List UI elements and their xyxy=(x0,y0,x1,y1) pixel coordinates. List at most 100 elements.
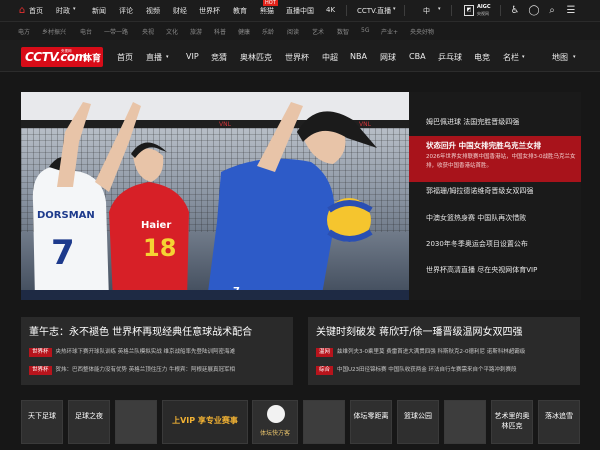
program-tile[interactable]: 体坛零距离 xyxy=(350,400,392,444)
subnav-item[interactable]: 电方 xyxy=(18,27,30,36)
topnav-item-news[interactable]: 新闻 xyxy=(92,6,106,16)
subnav-item[interactable]: 数智 xyxy=(337,27,349,36)
aigc-label[interactable]: AIGC xyxy=(477,4,491,10)
topnav-item-video[interactable]: 视频 xyxy=(146,6,160,16)
nav-item-vip[interactable]: VIP xyxy=(186,52,199,61)
category-tag: 世界杯 xyxy=(29,366,52,375)
headline-item[interactable]: 中澳女篮热身赛 中国队再次惜败 xyxy=(426,213,526,223)
nav-item-olympics[interactable]: 奥林匹克 xyxy=(240,52,272,63)
news-row[interactable]: 温网 兹维列夫3-0乘里莫 费雷首进大满贯四强 科斯秋克2-0德利尼 诺斯科林超霸… xyxy=(316,347,525,357)
nav-item-map[interactable]: 地图 xyxy=(552,52,568,63)
subnav-item[interactable]: 一带一路 xyxy=(104,27,128,36)
subnav-item[interactable]: 乡村振兴 xyxy=(42,27,66,36)
subnav-item[interactable]: 央央好物 xyxy=(410,27,434,36)
menu-icon[interactable]: ☰ xyxy=(564,4,578,18)
mascot-tile[interactable]: 体坛快方客 xyxy=(252,400,298,444)
headline-item-active[interactable]: 状态回升 中国女排完胜乌克兰女排 2026年世界女排联赛中国香港站，中国女排3-… xyxy=(409,136,581,182)
news-card-title[interactable]: 董午志：永不褪色 世界杯再现经典任意球战术配合 xyxy=(29,323,252,338)
headline-item[interactable]: 世界杯高清直播 尽在央视网体育VIP xyxy=(426,265,537,275)
home-icon[interactable]: ⌂ xyxy=(15,4,29,18)
chevron-down-icon[interactable]: ▾ xyxy=(73,6,76,12)
nav-item-guess[interactable]: 竞猜 xyxy=(211,52,227,63)
program-tile-image[interactable] xyxy=(444,400,486,444)
logo-small-text: 央视网 xyxy=(61,49,72,53)
nav-item-cba[interactable]: CBA xyxy=(409,52,426,61)
topnav-item-education[interactable]: 教育 xyxy=(233,6,247,16)
cctv-sports-logo[interactable]: CCTV.com 央视网 体育 xyxy=(21,47,103,67)
subnav-item[interactable]: 科普 xyxy=(214,27,226,36)
headline-item[interactable]: 2030年冬季奥运会项目设置公布 xyxy=(426,239,528,249)
topnav-item-cctv-live[interactable]: CCTV.直播 xyxy=(357,6,391,16)
topnav-item-panda[interactable]: 熊猫 xyxy=(260,6,274,16)
program-tile[interactable]: 落冰追雪 xyxy=(538,400,580,444)
subnav-item[interactable]: 产业+ xyxy=(381,27,398,36)
nav-item-live[interactable]: 直播 xyxy=(146,52,162,63)
topnav-item-home[interactable]: 首页 xyxy=(29,6,43,16)
user-icon[interactable]: ◯ xyxy=(527,4,541,18)
subnav-item[interactable]: 阅读 xyxy=(287,27,299,36)
news-row-text[interactable]: 央热环球下赛开球队训练 英格兰队模拟实战 维京战船率先登陆训阿密海滩 xyxy=(56,349,236,355)
subnav-item[interactable]: 电台 xyxy=(80,27,92,36)
news-row-text[interactable]: 兹维列夫3-0乘里莫 费雷首进大满贯四强 科斯秋克2-0德利尼 诺斯科林超霸级 xyxy=(337,349,525,355)
topnav-item-live-china[interactable]: 直播中国 xyxy=(286,6,314,16)
subnav-item[interactable]: 艺术 xyxy=(312,27,324,36)
vip-promo-label: 上VIP 享专业赛事 xyxy=(172,416,238,425)
news-row[interactable]: 世界杯 贺炜：巴西整体能力没有优势 英格兰顶住压力 牛根宾：阿根廷展真冠军相 xyxy=(29,365,235,375)
subnav-item[interactable]: 5G xyxy=(361,27,369,34)
program-tile[interactable]: 篮球公园 xyxy=(397,400,439,444)
topnav-item-4k[interactable]: 4K xyxy=(326,6,335,14)
nav-item-nba[interactable]: NBA xyxy=(350,52,367,61)
hero-illustration: VNL VNL DORSMAN 7 Haier 18 7 xyxy=(21,92,409,300)
news-row-text[interactable]: 中国U23田径锦标赛 中国队收获两金 环法自行车赛需来自个平路冲刺赛段 xyxy=(337,367,517,373)
news-row[interactable]: 世界杯 央热环球下赛开球队训练 英格兰队模拟实战 维京战船率先登陆训阿密海滩 xyxy=(29,347,235,357)
topnav-item-worldcup[interactable]: 世界杯 xyxy=(199,6,220,16)
language-selector[interactable]: 中 xyxy=(423,6,430,16)
chevron-down-icon[interactable]: ▾ xyxy=(522,54,525,60)
program-tile-label: 落冰追雪 xyxy=(545,412,573,420)
topnav-item-finance[interactable]: 财经 xyxy=(173,6,187,16)
nav-item-csl[interactable]: 中超 xyxy=(322,52,338,63)
nav-item-home[interactable]: 首页 xyxy=(117,52,133,63)
net-brand: VNL xyxy=(359,121,372,128)
headline-item[interactable]: 郭福珊/姆拉德诺维奇晋级女双四强 xyxy=(426,186,533,196)
program-tile-label: 天下足球 xyxy=(28,412,56,420)
news-card[interactable]: 董午志：永不褪色 世界杯再现经典任意球战术配合 世界杯 央热环球下赛开球队训练 英… xyxy=(21,317,293,385)
program-tile[interactable]: 艺术里的奥林匹克 xyxy=(491,400,533,444)
subnav-item[interactable]: 文化 xyxy=(166,27,178,36)
subnav-item[interactable]: 乐龄 xyxy=(262,27,274,36)
category-tag: 世界杯 xyxy=(29,348,52,357)
chevron-down-icon[interactable]: ▾ xyxy=(438,6,441,12)
program-tile[interactable]: 足球之夜 xyxy=(68,400,110,444)
nav-item-tennis[interactable]: 网球 xyxy=(380,52,396,63)
search-icon[interactable]: ⌕ xyxy=(545,4,559,18)
category-tag: 温网 xyxy=(316,348,334,357)
chevron-down-icon[interactable]: ▾ xyxy=(393,6,396,12)
vip-promo-tile[interactable]: 上VIP 享专业赛事 xyxy=(162,400,248,444)
nav-item-worldcup[interactable]: 世界杯 xyxy=(285,52,309,63)
headline-active-title: 状态回升 中国女排完胜乌克兰女排 xyxy=(426,141,542,150)
news-card-title[interactable]: 关键时刻破发 蒋欣玗/徐一璠晋级温网女双四强 xyxy=(316,323,523,338)
mascot-label: 体坛快方客 xyxy=(259,430,290,437)
hero-image[interactable]: VNL VNL DORSMAN 7 Haier 18 7 xyxy=(21,92,409,300)
headline-item[interactable]: 姆巴佩进球 法国完胜晋级四强 xyxy=(426,117,519,127)
subnav-item[interactable]: 旅游 xyxy=(190,27,202,36)
topnav-item-comment[interactable]: 评论 xyxy=(119,6,133,16)
nav-item-famous[interactable]: 名栏 xyxy=(503,52,519,63)
nav-item-pingpong[interactable]: 乒乓球 xyxy=(438,52,462,63)
nav-item-esports[interactable]: 电竞 xyxy=(474,52,490,63)
news-row[interactable]: 综合 中国U23田径锦标赛 中国队收获两金 环法自行车赛需来自个平路冲刺赛段 xyxy=(316,365,517,375)
chevron-down-icon[interactable]: ▾ xyxy=(166,54,169,60)
aigc-logo-icon: ◩ xyxy=(464,5,474,16)
news-row-text[interactable]: 贺炜：巴西整体能力没有优势 英格兰顶住压力 牛根宾：阿根廷展真冠军相 xyxy=(56,367,236,373)
subnav-item[interactable]: 健康 xyxy=(238,27,250,36)
accessibility-icon[interactable]: ♿ xyxy=(508,4,522,18)
logo-suffix: 体育 xyxy=(83,54,102,64)
news-card[interactable]: 关键时刻破发 蒋欣玗/徐一璠晋级温网女双四强 温网 兹维列夫3-0乘里莫 费雷首进… xyxy=(308,317,580,385)
program-tile[interactable]: 天下足球 xyxy=(21,400,63,444)
chevron-down-icon[interactable]: ▾ xyxy=(573,54,576,60)
subnav-item[interactable]: 央视 xyxy=(142,27,154,36)
category-tag: 综合 xyxy=(316,366,334,375)
program-tile-image[interactable] xyxy=(303,400,345,444)
topnav-item-politics[interactable]: 时政 xyxy=(56,6,70,16)
program-tile-image[interactable] xyxy=(115,400,157,444)
